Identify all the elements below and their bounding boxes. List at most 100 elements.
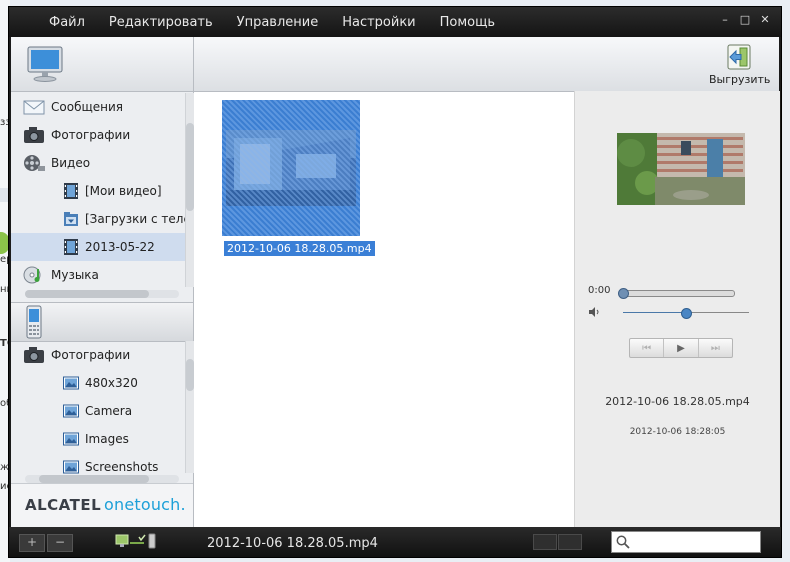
tree-item-480x320[interactable]: 480x320 [11,369,185,397]
tree-item-photos[interactable]: Фотографии [11,121,185,149]
tree-item-label: Видео [51,156,91,170]
phone-tree-hscrollbar[interactable] [25,475,179,483]
camera-icon [24,347,44,363]
toolbar: Выгрузить [194,37,779,92]
minimize-button[interactable]: – [715,13,735,26]
film-strip-icon [64,239,78,255]
tree-item-label: Музыка [51,268,99,282]
tree-item-label: [Мои видео] [85,184,162,198]
tree-item-messages[interactable]: Сообщения [11,93,185,121]
tree-item-phone-photos[interactable]: Фотографии [11,341,185,369]
tree-item-label: Images [85,432,129,446]
tree-item-2013-05-22[interactable]: 2013-05-22 [11,233,185,261]
tree-item-label: Screenshots [85,460,159,474]
menu-edit[interactable]: Редактировать [109,15,213,30]
previous-button[interactable]: ⏮ [630,339,665,357]
computer-tree: Сообщения Фотографии Видео [Мои видео] [… [11,93,185,289]
image-icon [63,432,79,446]
seek-slider-knob[interactable] [618,288,629,299]
add-remove-buttons: + − [19,534,75,552]
tree-item-images[interactable]: Images [11,425,185,453]
music-cd-icon [23,266,41,284]
app-window: Файл Редактировать Управление Настройки … [8,6,782,558]
play-button[interactable]: ▶ [664,339,699,357]
menu-help[interactable]: Помощь [440,15,495,30]
main-menu: Файл Редактировать Управление Настройки … [49,15,519,30]
brand-logo-part1: ALCATEL [25,496,102,514]
phone-tree: Фотографии 480x320 Camera Images Screens… [11,341,185,477]
computer-tree-scrollbar[interactable] [185,93,194,287]
computer-monitor-icon [27,46,63,82]
preview-file-name: 2012-10-06 18.28.05.mp4 [605,395,750,408]
computer-tree-hscrollbar[interactable] [25,290,179,298]
computer-header[interactable] [11,37,193,92]
tree-item-label: [Загрузки с телефона] [85,212,185,226]
current-time: 0:00 [588,285,611,296]
menu-settings[interactable]: Настройки [342,15,415,30]
remove-button[interactable]: − [47,534,73,552]
menu-file[interactable]: Файл [49,15,85,30]
file-thumbnail[interactable] [222,100,360,236]
volume-icon[interactable] [589,307,601,317]
scrollbar-thumb[interactable] [39,475,149,483]
phone-tree-scrollbar[interactable] [185,341,194,473]
close-button[interactable]: ✕ [755,13,775,26]
view-mode-buttons [533,534,583,550]
film-reel-icon [24,155,45,171]
volume-slider-knob[interactable] [681,308,692,319]
file-grid: 2012-10-06 18.28.05.mp4 [194,92,574,527]
add-button[interactable]: + [19,534,45,552]
tree-item-label: 2013-05-22 [85,240,155,254]
phone-header[interactable] [11,302,193,342]
grid-view-button[interactable] [558,534,582,550]
scrollbar-thumb[interactable] [186,123,194,211]
status-bar: + − 2012-10-06 18.28.05.mp4 [9,527,781,557]
tree-item-camera[interactable]: Camera [11,397,185,425]
list-view-button[interactable] [533,534,557,550]
menu-bar: Файл Редактировать Управление Настройки … [9,7,781,37]
tree-item-my-videos[interactable]: [Мои видео] [11,177,185,205]
maximize-button[interactable]: □ [735,13,755,26]
tree-item-music[interactable]: Музыка [11,261,185,289]
file-thumbnail-caption: 2012-10-06 18.28.05.mp4 [224,241,375,256]
volume-slider[interactable] [623,308,749,319]
preview-file-date: 2012-10-06 18:28:05 [629,427,726,437]
tree-item-video[interactable]: Видео [11,149,185,177]
envelope-icon [23,100,45,115]
tree-item-label: Camera [85,404,133,418]
connection-status-icon [115,533,156,549]
search-icon [616,535,630,549]
search-box [611,531,761,553]
tree-item-label: Фотографии [51,348,131,362]
tree-item-phone-downloads[interactable]: [Загрузки с телефона] [11,205,185,233]
tree-item-screenshots[interactable]: Screenshots [11,453,185,477]
tree-item-label: Фотографии [51,128,131,142]
image-icon [63,404,79,418]
download-folder-icon [64,212,78,226]
camera-icon [24,127,44,143]
upload-icon [727,44,751,70]
video-preview-image[interactable] [617,133,745,205]
playback-controls: ⏮ ▶ ⏭ [629,338,733,358]
brand-logo: ALCATEL onetouch. [11,483,193,528]
search-input[interactable] [634,533,756,549]
selection-overlay [222,100,360,236]
menu-manage[interactable]: Управление [237,15,319,30]
image-icon [63,460,79,474]
seek-slider[interactable] [618,288,735,299]
next-button[interactable]: ⏭ [699,339,732,357]
film-strip-icon [64,183,78,199]
window-controls: – □ ✕ [715,13,775,26]
image-icon [63,376,79,390]
tree-item-label: 480x320 [85,376,138,390]
content-area: Сообщения Фотографии Видео [Мои видео] [… [11,37,780,528]
upload-label: Выгрузить [709,73,771,86]
scrollbar-thumb[interactable] [25,290,149,298]
brand-logo-part2: onetouch. [104,495,186,514]
volume-fill [623,312,686,313]
tree-item-label: Сообщения [51,100,124,114]
upload-button[interactable]: Выгрузить [709,43,771,86]
left-panel: Сообщения Фотографии Видео [Мои видео] [… [11,37,194,528]
scrollbar-thumb[interactable] [186,359,194,391]
preview-panel: 0:00 ⏮ ▶ ⏭ 2012-10-06 18.28.05.mp4 2012-… [574,91,780,527]
